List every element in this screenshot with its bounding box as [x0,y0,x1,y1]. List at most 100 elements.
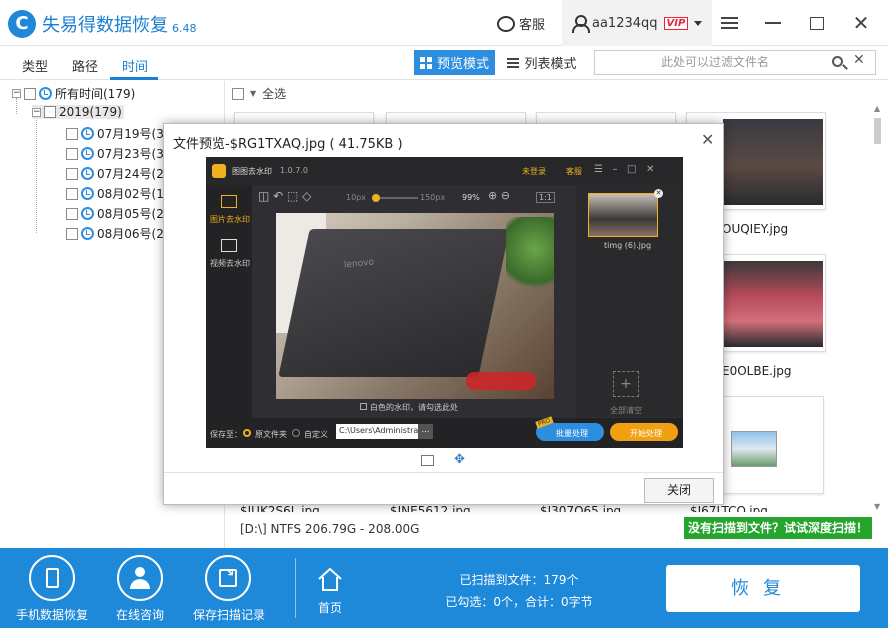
search-icon[interactable] [832,56,843,67]
recover-button[interactable]: 恢复 [666,565,860,612]
inner-thumb-name: timg (6).jpg [604,241,652,250]
customer-service-label: 客服 [519,18,546,33]
online-consult-button[interactable] [117,555,163,601]
tab-type[interactable]: 类型 [22,56,48,75]
select-all[interactable]: ▼ 全选 [232,85,286,102]
inner-path: C:\Users\Administrator [336,424,430,439]
inner-size-min: 10px [346,193,366,202]
minimize-button[interactable] [762,12,784,34]
preview-mode-button[interactable]: 预览模式 [414,50,495,75]
tree-checkbox[interactable] [66,207,78,220]
home-icon [318,567,342,591]
tab-path[interactable]: 路径 [72,56,98,75]
phone-recovery-button[interactable] [29,555,75,601]
menu-button[interactable] [718,12,740,34]
vip-badge: VIP [663,16,689,30]
collapse-icon[interactable]: − [32,107,41,117]
tree-node-day[interactable]: 07月19号(3 [66,125,164,142]
tree-node-all-time[interactable]: − 所有时间(179) [12,85,135,102]
inner-custom: 自定义 [304,430,328,439]
tree-node-day[interactable]: 07月23号(3 [66,145,164,162]
scrollbar-thumb[interactable] [874,118,881,144]
tree-label: 07月24号(2 [97,167,164,181]
thumbnail-image [723,119,823,205]
user-icon [572,15,590,33]
dialog-divider [164,472,723,473]
phone-recovery-label: 手机数据恢复 [15,608,88,622]
tree-checkbox[interactable] [44,106,56,118]
tree-checkbox[interactable] [24,87,36,100]
app-version: 6.48 [172,22,197,35]
app-logo-icon: C [8,10,36,38]
tree-node-year[interactable]: − 2019(179) [32,105,124,119]
collapse-icon[interactable]: − [12,89,21,98]
tree-checkbox[interactable] [66,127,78,140]
deep-scan-button[interactable]: 没有扫描到文件？试试深度扫描！ [684,517,872,539]
list-view-icon [507,57,520,68]
inner-side-video: 视频去水印 [210,259,250,268]
tree-label: 2019(179) [59,105,122,119]
person-icon [129,567,151,589]
image-file-icon [731,431,777,467]
tree-label: 08月02号(1 [97,187,164,201]
tab-time[interactable]: 时间 [122,56,148,75]
minimize-icon [765,22,781,24]
online-consult-label: 在线咨询 [115,608,164,622]
save-scan-record-button[interactable]: ➔ [205,555,251,601]
file-name: $IUK2S6L.jpg [240,504,320,512]
inner-login: 未登录 [522,167,546,176]
phone-icon [45,568,59,588]
tree-checkbox[interactable] [66,167,78,180]
scroll-down-arrow-icon[interactable]: ▼ [874,502,880,511]
clock-icon [81,167,94,180]
close-window-button[interactable]: ✕ [850,11,872,35]
dialog-close-button[interactable]: 关闭 [644,478,714,503]
customer-service-button[interactable]: 客服 [497,14,545,33]
clock-icon [81,187,94,200]
inner-toolbar-icons: ◫ ↶ ⬚ ◇ [258,189,312,203]
file-name: OUQIEY.jpg [722,222,789,236]
inner-side-image: 图片去水印 [210,215,250,224]
hamburger-icon [720,17,738,29]
inner-size-max: 150px [420,193,446,202]
scroll-up-arrow-icon[interactable]: ▲ [874,104,880,113]
bottom-divider [295,558,296,618]
clock-icon [81,147,94,160]
app-title: 失易得数据恢复 [42,15,168,36]
thumbnail-image [723,261,823,347]
active-tab-indicator [110,77,158,80]
maximize-button[interactable] [806,12,828,34]
tree-checkbox[interactable] [66,147,78,160]
inner-source-folder: 原文件夹 [255,430,287,439]
inner-slider-knob [372,194,380,202]
fit-window-icon[interactable] [421,455,434,466]
actual-size-icon[interactable]: ✥ [454,453,468,467]
tree-node-day[interactable]: 07月24号(2 [66,165,164,182]
list-mode-button[interactable]: 列表模式 [500,50,584,75]
tree-node-day[interactable]: 08月06号(2 [66,225,164,242]
inner-ratio: 1:1 [536,192,555,203]
clear-filter-icon[interactable]: ✕ [853,52,865,68]
list-mode-label: 列表模式 [524,57,577,72]
clock-icon [81,227,94,240]
home-button[interactable] [316,566,344,592]
tree-checkbox[interactable] [66,187,78,200]
user-account-menu[interactable]: aa1234qq VIP [562,0,712,46]
clock-icon [39,87,52,100]
dialog-close-icon[interactable]: ✕ [701,130,714,149]
chat-icon [497,15,515,32]
clock-icon [81,207,94,220]
export-icon: ➔ [219,563,239,587]
inner-zoom-icons: ⊕ ⊖ [488,189,510,202]
inner-video-icon [221,239,237,252]
select-all-checkbox[interactable] [232,87,244,100]
dropdown-arrow-icon: ▼ [250,89,257,98]
clock-icon [81,127,94,140]
tree-node-day[interactable]: 08月05号(2 [66,205,164,222]
inner-start-label: 开始处理 [630,429,662,438]
tree-label: 08月06号(2 [97,227,164,241]
inner-white-wm-label: 白色的水印，请勾选此处 [370,403,458,412]
inner-laptop [278,229,510,377]
tree-checkbox[interactable] [66,227,78,240]
tree-node-day[interactable]: 08月02号(1 [66,185,164,202]
